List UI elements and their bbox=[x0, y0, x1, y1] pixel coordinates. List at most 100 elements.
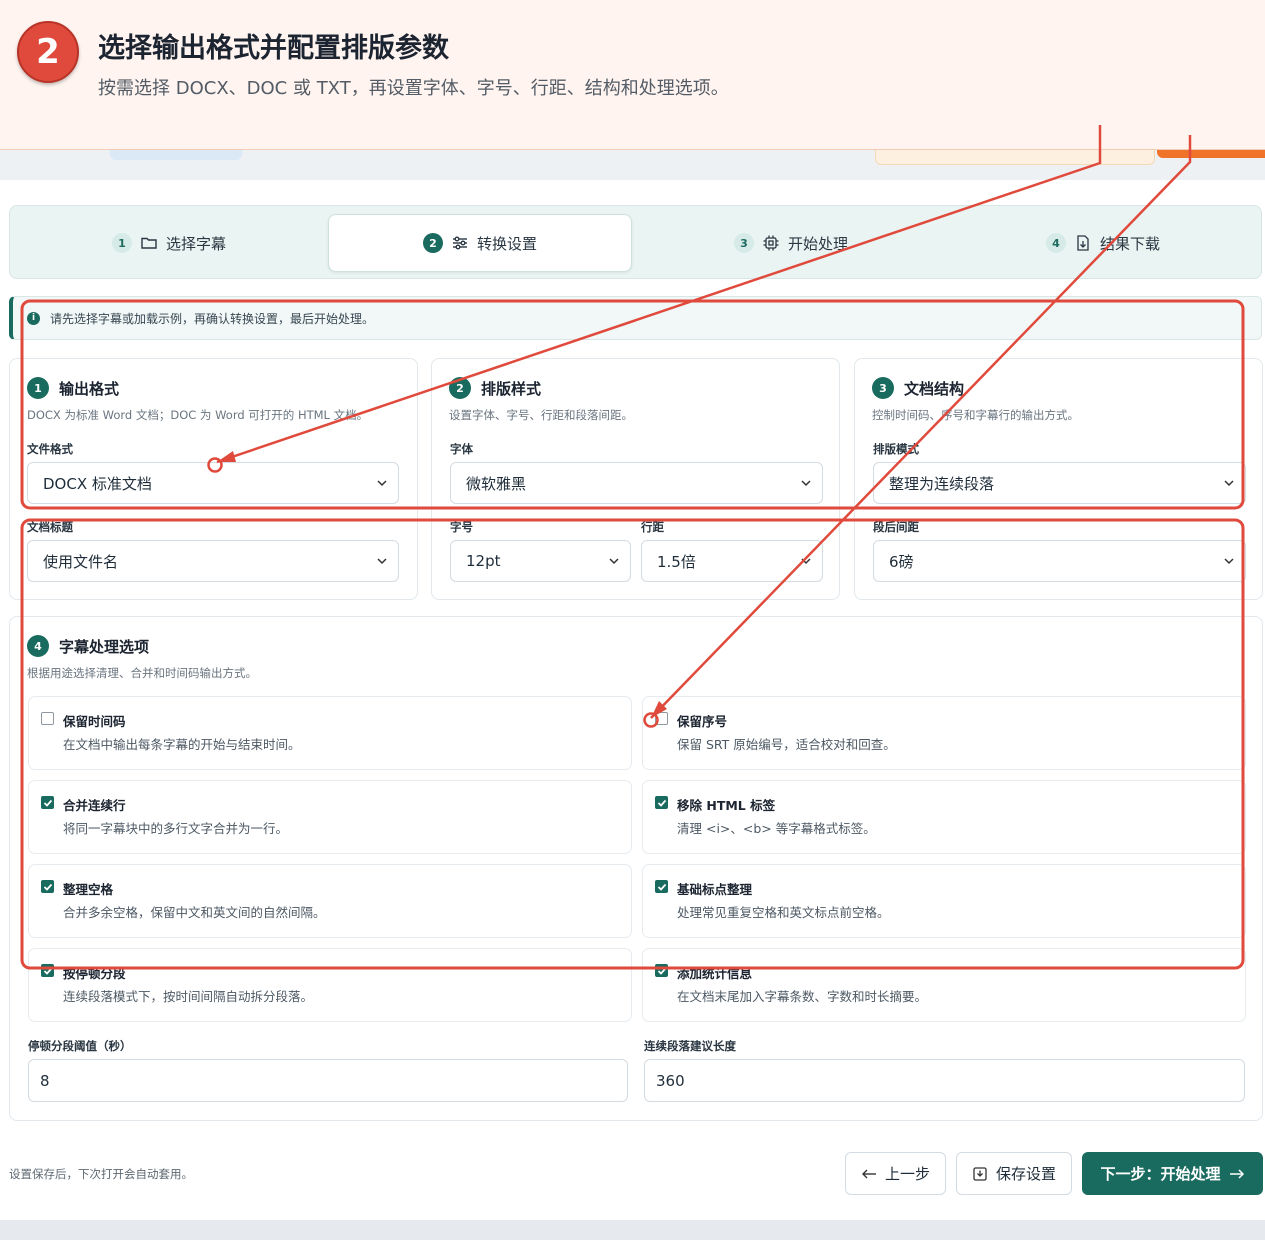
option-title: 合并连续行 bbox=[63, 798, 126, 813]
card-description: 控制时间码、序号和字幕行的输出方式。 bbox=[872, 408, 1079, 422]
doc-title-select[interactable]: 使用文件名 bbox=[27, 540, 399, 582]
tab-download-results[interactable]: 4 结果下载 bbox=[950, 214, 1256, 272]
checkbox-checked[interactable] bbox=[41, 880, 54, 893]
card-number: 4 bbox=[27, 635, 49, 657]
tab-start-processing[interactable]: 3 开始处理 bbox=[636, 214, 946, 272]
checkbox-checked[interactable] bbox=[655, 796, 668, 809]
info-text: 请先选择字幕或加载示例，再确认转换设置，最后开始处理。 bbox=[50, 311, 375, 326]
option-title: 移除 HTML 标签 bbox=[677, 798, 776, 813]
option-description: 在文档末尾加入字幕条数、字数和时长摘要。 bbox=[677, 989, 928, 1004]
doc-title-value: 使用文件名 bbox=[43, 552, 119, 571]
line-spacing-label: 行距 bbox=[641, 520, 664, 534]
option-pause-split[interactable]: 按停顿分段 连续段落模式下，按时间间隔自动拆分段落。 bbox=[28, 948, 632, 1022]
banner-step-badge: 2 bbox=[17, 21, 79, 83]
option-tidy-spaces[interactable]: 整理空格 合并多余空格，保留中文和英文间的自然间隔。 bbox=[28, 864, 632, 938]
next-button-label: 下一步：开始处理 bbox=[1100, 1165, 1221, 1183]
option-punctuation[interactable]: 基础标点整理 处理常见重复空格和英文标点前空格。 bbox=[642, 864, 1246, 938]
option-description: 处理常见重复空格和英文标点前空格。 bbox=[677, 905, 890, 920]
font-value: 微软雅黑 bbox=[466, 474, 527, 493]
prev-button[interactable]: 上一步 bbox=[845, 1152, 946, 1195]
font-size-label: 字号 bbox=[450, 520, 473, 534]
paragraph-spacing-label: 段后间距 bbox=[873, 520, 919, 534]
checkbox[interactable] bbox=[41, 712, 54, 725]
option-description: 保留 SRT 原始编号，适合校对和回查。 bbox=[677, 737, 896, 752]
checkbox-checked[interactable] bbox=[41, 796, 54, 809]
prev-button-label: 上一步 bbox=[884, 1165, 930, 1183]
font-size-select[interactable]: 12pt bbox=[450, 540, 631, 582]
layout-mode-value: 整理为连续段落 bbox=[889, 474, 995, 493]
subtitle-options-card: 4 字幕处理选项 根据用途选择清理、合并和时间码输出方式。 保留时间码 在文档中… bbox=[9, 616, 1263, 1121]
option-keep-index[interactable]: 保留序号 保留 SRT 原始编号，适合校对和回查。 bbox=[642, 696, 1246, 770]
pause-threshold-input[interactable]: 8 bbox=[28, 1059, 628, 1102]
option-description: 合并多余空格，保留中文和英文间的自然间隔。 bbox=[63, 905, 326, 920]
file-download-icon bbox=[1074, 234, 1092, 252]
pause-threshold-value: 8 bbox=[40, 1071, 50, 1090]
checkbox-checked[interactable] bbox=[41, 964, 54, 977]
option-title: 保留序号 bbox=[677, 714, 728, 729]
file-format-value: DOCX 标准文档 bbox=[43, 474, 152, 493]
option-title: 整理空格 bbox=[63, 882, 114, 897]
instruction-banner: 2 选择输出格式并配置排版参数 按需选择 DOCX、DOC 或 TXT，再设置字… bbox=[0, 0, 1265, 150]
line-spacing-value: 1.5倍 bbox=[657, 552, 696, 571]
card-title: 输出格式 bbox=[59, 379, 120, 398]
save-settings-button[interactable]: 保存设置 bbox=[956, 1152, 1072, 1195]
step-number: 2 bbox=[422, 233, 443, 253]
chevron-down-icon bbox=[1224, 558, 1234, 565]
option-description: 将同一字幕块中的多行文字合并为一行。 bbox=[63, 821, 289, 836]
font-label: 字体 bbox=[450, 442, 473, 456]
card-number: 3 bbox=[872, 377, 894, 399]
line-spacing-select[interactable]: 1.5倍 bbox=[641, 540, 823, 582]
step-number: 1 bbox=[111, 233, 132, 253]
card-header: 2 排版样式 bbox=[449, 377, 541, 399]
info-notice: i 请先选择字幕或加载示例，再确认转换设置，最后开始处理。 bbox=[9, 296, 1262, 340]
paragraph-spacing-select[interactable]: 6磅 bbox=[873, 540, 1246, 582]
doc-title-label: 文档标题 bbox=[27, 520, 73, 534]
option-merge-lines[interactable]: 合并连续行 将同一字幕块中的多行文字合并为一行。 bbox=[28, 780, 632, 854]
folder-icon bbox=[140, 234, 158, 252]
option-add-stats[interactable]: 添加统计信息 在文档末尾加入字幕条数、字数和时长摘要。 bbox=[642, 948, 1246, 1022]
layout-style-card: 2 排版样式 设置字体、字号、行距和段落间距。 字体 微软雅黑 字号 12pt … bbox=[431, 358, 840, 600]
card-description: 设置字体、字号、行距和段落间距。 bbox=[449, 408, 633, 422]
layout-mode-select[interactable]: 整理为连续段落 bbox=[873, 462, 1246, 504]
chevron-down-icon bbox=[1224, 480, 1234, 487]
step-number: 3 bbox=[733, 233, 754, 253]
next-start-processing-button[interactable]: 下一步：开始处理 bbox=[1082, 1152, 1263, 1195]
header-action-button[interactable] bbox=[1157, 150, 1265, 158]
paragraph-spacing-value: 6磅 bbox=[889, 552, 914, 571]
checkbox-checked[interactable] bbox=[655, 964, 668, 977]
document-structure-card: 3 文档结构 控制时间码、序号和字幕行的输出方式。 排版模式 整理为连续段落 段… bbox=[854, 358, 1263, 600]
chevron-down-icon bbox=[377, 558, 387, 565]
paragraph-length-label: 连续段落建议长度 bbox=[644, 1039, 736, 1053]
font-select[interactable]: 微软雅黑 bbox=[450, 462, 823, 504]
header-notice bbox=[875, 150, 1155, 165]
option-description: 清理 <i>、<b> 等字幕格式标签。 bbox=[677, 821, 876, 836]
header-pill bbox=[110, 150, 242, 160]
card-header: 3 文档结构 bbox=[872, 377, 964, 399]
option-description: 在文档中输出每条字幕的开始与结束时间。 bbox=[63, 737, 301, 752]
info-icon: i bbox=[27, 311, 40, 325]
card-header: 1 输出格式 bbox=[27, 377, 119, 399]
chevron-down-icon bbox=[801, 558, 811, 565]
arrow-left-icon bbox=[861, 1169, 876, 1178]
card-header: 4 字幕处理选项 bbox=[27, 635, 149, 657]
card-number: 2 bbox=[449, 377, 471, 399]
option-description: 连续段落模式下，按时间间隔自动拆分段落。 bbox=[63, 989, 314, 1004]
tab-convert-settings[interactable]: 2 转换设置 bbox=[328, 214, 632, 272]
chevron-down-icon bbox=[377, 480, 387, 487]
tab-select-subtitles[interactable]: 1 选择字幕 bbox=[14, 214, 324, 272]
option-remove-html[interactable]: 移除 HTML 标签 清理 <i>、<b> 等字幕格式标签。 bbox=[642, 780, 1246, 854]
checkbox-checked[interactable] bbox=[655, 880, 668, 893]
checkbox[interactable] bbox=[655, 712, 668, 725]
save-icon bbox=[973, 1166, 987, 1181]
sliders-icon bbox=[451, 234, 469, 252]
file-format-select[interactable]: DOCX 标准文档 bbox=[27, 462, 399, 504]
card-description: DOCX 为标准 Word 文档；DOC 为 Word 可打开的 HTML 文档… bbox=[27, 408, 369, 422]
option-keep-timecode[interactable]: 保留时间码 在文档中输出每条字幕的开始与结束时间。 bbox=[28, 696, 632, 770]
settings-panel: 1 选择字幕 2 转换设置 3 开始处理 4 结果下载 i 请先选择字幕或加载示… bbox=[0, 180, 1265, 1220]
step-label: 选择字幕 bbox=[165, 234, 226, 253]
step-label: 开始处理 bbox=[787, 234, 848, 253]
step-label: 结果下载 bbox=[1099, 234, 1160, 253]
chip-icon bbox=[762, 234, 780, 252]
card-title: 字幕处理选项 bbox=[59, 637, 150, 656]
paragraph-length-input[interactable]: 360 bbox=[644, 1059, 1245, 1102]
